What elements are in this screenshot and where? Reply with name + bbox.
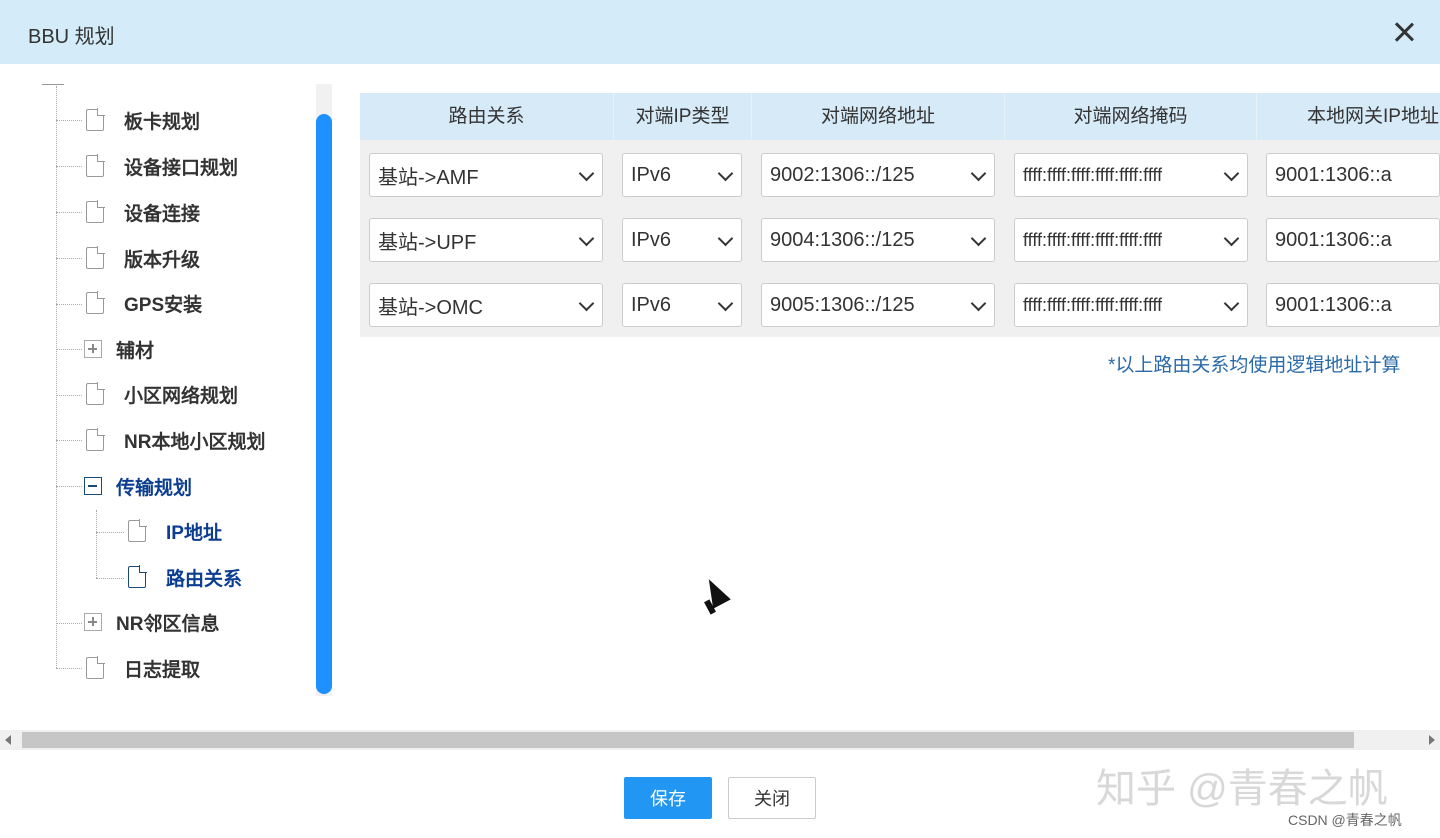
tree-item-cell-network-planning[interactable]: 小区网络规划 (86, 377, 238, 411)
document-icon (128, 519, 147, 542)
tree-item-auxiliary-materials[interactable]: 辅材 (84, 332, 154, 366)
column-header-ip-type: 对端IP类型 (614, 93, 752, 140)
peer-mask-select[interactable]: ffff:ffff:ffff:ffff:ffff:ffff (1014, 283, 1248, 327)
peer-address-select[interactable]: 9004:1306::/125 (761, 218, 995, 262)
table-row: 基站->AMF IPv6 9002:1306::/125 ffff:ffff:f… (360, 143, 1440, 207)
tree-item-transport-planning[interactable]: 传输规划 (84, 469, 192, 503)
tree-item-version-upgrade[interactable]: 版本升级 (86, 241, 200, 275)
scroll-left-icon[interactable] (5, 735, 11, 745)
tree-item-board-planning[interactable]: 板卡规划 (86, 103, 200, 137)
tree-item-label: 设备连接 (124, 203, 201, 225)
tree-item-routing[interactable]: 路由关系 (128, 560, 242, 594)
ip-type-select[interactable]: IPv6 (622, 153, 742, 197)
navigation-tree: 板卡规划 设备接口规划 设备连接 版本升级 GPS安装 辅材 小区网络规划 NR… (0, 64, 316, 724)
peer-address-select[interactable]: 9002:1306::/125 (761, 153, 995, 197)
table-row: 基站->UPF IPv6 9004:1306::/125 ffff:ffff:f… (360, 208, 1440, 272)
gateway-input[interactable]: 9001:1306::a (1266, 218, 1440, 262)
tree-item-label: 日志提取 (124, 659, 201, 681)
document-icon (128, 565, 147, 588)
column-header-route: 路由关系 (360, 93, 614, 140)
tree-item-label: 版本升级 (124, 249, 201, 271)
column-header-peer-address: 对端网络地址 (752, 93, 1005, 140)
chevron-down-icon (1223, 295, 1240, 312)
document-icon (86, 154, 105, 177)
horizontal-scrollbar-thumb[interactable] (22, 732, 1354, 748)
table-note: *以上路由关系均使用逻辑地址计算 (1108, 355, 1401, 376)
document-icon (86, 246, 105, 269)
chevron-down-icon (578, 230, 595, 247)
tree-item-label: 小区网络规划 (124, 385, 239, 407)
chevron-down-icon (578, 295, 595, 312)
document-icon (86, 200, 105, 223)
route-select[interactable]: 基站->OMC (369, 283, 603, 327)
chevron-down-icon (970, 295, 987, 312)
document-icon (86, 382, 105, 405)
document-icon (86, 656, 105, 679)
tree-item-nr-neighbor-info[interactable]: NR邻区信息 (84, 605, 219, 639)
tree-item-nr-local-cell-planning[interactable]: NR本地小区规划 (86, 423, 265, 457)
close-icon[interactable] (1388, 14, 1420, 50)
tree-item-device-connection[interactable]: 设备连接 (86, 195, 200, 229)
tree-item-gps-install[interactable]: GPS安装 (86, 286, 202, 320)
dialog-title-bar: BBU 规划 (0, 0, 1440, 64)
document-icon (86, 428, 105, 451)
tree-item-label: 传输规划 (116, 477, 193, 499)
tree-item-label: GPS安装 (124, 294, 203, 316)
routing-table: 路由关系 对端IP类型 对端网络地址 对端网络掩码 本地网关IP地址 基站->A… (360, 93, 1440, 337)
tree-item-device-interface-planning[interactable]: 设备接口规划 (86, 149, 238, 183)
collapse-icon[interactable] (84, 477, 102, 495)
peer-mask-select[interactable]: ffff:ffff:ffff:ffff:ffff:ffff (1014, 153, 1248, 197)
tree-root-line (42, 84, 64, 85)
csdn-watermark: CSDN @青春之帆 (1288, 812, 1402, 828)
column-header-gateway: 本地网关IP地址 (1257, 93, 1440, 140)
ip-type-select[interactable]: IPv6 (622, 283, 742, 327)
tree-item-label: 设备接口规划 (124, 157, 239, 179)
chevron-down-icon (970, 230, 987, 247)
chevron-down-icon (1223, 230, 1240, 247)
save-button[interactable]: 保存 (624, 777, 712, 819)
scroll-right-icon[interactable] (1429, 735, 1435, 745)
expand-icon[interactable] (84, 613, 102, 631)
chevron-down-icon (578, 165, 595, 182)
tree-item-label: NR本地小区规划 (124, 431, 266, 453)
tree-item-label: 路由关系 (166, 568, 243, 590)
tree-item-label: 板卡规划 (124, 111, 201, 133)
route-select[interactable]: 基站->AMF (369, 153, 603, 197)
ip-type-select[interactable]: IPv6 (622, 218, 742, 262)
tree-item-label: 辅材 (116, 340, 155, 362)
table-header-row: 路由关系 对端IP类型 对端网络地址 对端网络掩码 本地网关IP地址 (360, 93, 1440, 140)
tree-item-label: IP地址 (166, 522, 222, 544)
close-button[interactable]: 关闭 (728, 777, 816, 819)
column-header-peer-mask: 对端网络掩码 (1005, 93, 1257, 140)
zhihu-watermark: 知乎 @青春之帆 (1096, 767, 1388, 811)
chevron-down-icon (717, 230, 734, 247)
tree-connector-line (56, 86, 57, 668)
peer-address-select[interactable]: 9005:1306::/125 (761, 283, 995, 327)
peer-mask-select[interactable]: ffff:ffff:ffff:ffff:ffff:ffff (1014, 218, 1248, 262)
document-icon (86, 108, 105, 131)
route-select[interactable]: 基站->UPF (369, 218, 603, 262)
chevron-down-icon (717, 165, 734, 182)
expand-icon[interactable] (84, 340, 102, 358)
tree-item-log-extraction[interactable]: 日志提取 (86, 651, 200, 685)
chevron-down-icon (970, 165, 987, 182)
chevron-down-icon (1223, 165, 1240, 182)
tree-item-label: NR邻区信息 (116, 613, 220, 635)
table-row: 基站->OMC IPv6 9005:1306::/125 ffff:ffff:f… (360, 273, 1440, 337)
chevron-down-icon (717, 295, 734, 312)
dialog-title: BBU 规划 (28, 26, 115, 48)
tree-scrollbar-thumb[interactable] (316, 114, 332, 694)
gateway-input[interactable]: 9001:1306::a (1266, 283, 1440, 327)
document-icon (86, 291, 105, 314)
gateway-input[interactable]: 9001:1306::a (1266, 153, 1440, 197)
tree-child-connector-line (96, 510, 97, 578)
tree-item-ip-address[interactable]: IP地址 (128, 514, 222, 548)
